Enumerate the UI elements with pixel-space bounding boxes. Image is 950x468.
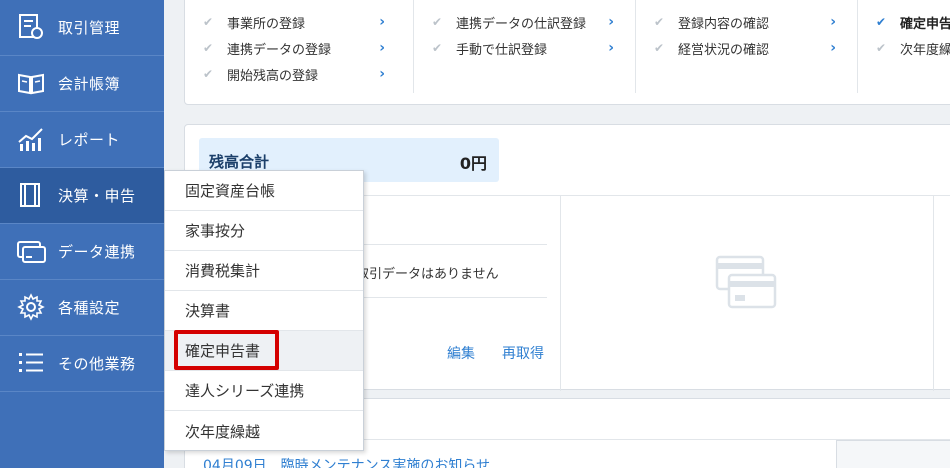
sidebar-item-label: 取引管理 [58, 19, 121, 37]
divider [345, 244, 547, 245]
transaction-icon [19, 14, 43, 39]
sidebar-item-settings[interactable]: 各種設定 [0, 280, 164, 336]
credit-card-icon [715, 255, 777, 309]
step-item[interactable]: ✔ 確定申告の [858, 9, 950, 35]
step-item[interactable]: ✔ 連携データの仕訳登録 › [414, 9, 624, 35]
step-item[interactable]: ✔ 手動で仕訳登録 › [414, 35, 624, 61]
settlement-icon [20, 183, 40, 207]
chevron-right-icon: › [379, 66, 385, 82]
check-icon: ✔ [654, 15, 665, 29]
divider [345, 297, 547, 298]
sidebar: 取引管理 会計帳簿 レポート 決算・申告 データ連携 各種設定 その他業務 [0, 0, 164, 468]
sidebar-item-label: その他業務 [58, 355, 136, 373]
chevron-right-icon: › [379, 14, 385, 30]
steps-column-3: ✔ 登録内容の確認 › ✔ 経営状況の確認 › [635, 0, 857, 93]
steps-column-2: ✔ 連携データの仕訳登録 › ✔ 手動で仕訳登録 › [413, 0, 635, 93]
divider [933, 196, 934, 391]
report-chart-icon [18, 128, 43, 151]
chevron-right-icon: › [830, 40, 836, 56]
submenu-item-carry-forward[interactable]: 次年度繰越 [165, 411, 363, 451]
step-item[interactable]: ✔ 次年度繰越 [858, 35, 950, 61]
sidebar-item-other[interactable]: その他業務 [0, 336, 164, 392]
step-item[interactable]: ✔ 登録内容の確認 › [636, 9, 846, 35]
submenu-item-fixed-assets[interactable]: 固定資産台帳 [165, 171, 363, 211]
sidebar-item-label: データ連携 [58, 243, 136, 261]
notice-link[interactable]: 04月09日 臨時メンテナンス実施のお知らせ [203, 455, 490, 468]
submenu-item-financial-statements[interactable]: 決算書 [165, 291, 363, 331]
settlement-submenu: 固定資産台帳 家事按分 消費税集計 決算書 確定申告書 達人シリーズ連携 次年度… [164, 170, 364, 451]
submenu-item-tatsujin-link[interactable]: 達人シリーズ連携 [165, 371, 363, 411]
sidebar-item-label: 各種設定 [58, 299, 121, 317]
submenu-item-household-allocation[interactable]: 家事按分 [165, 211, 363, 251]
chevron-right-icon: › [830, 14, 836, 30]
divider [560, 196, 561, 391]
step-item[interactable]: ✔ 事業所の登録 › [185, 9, 395, 35]
balance-total-label: 残高合計 [209, 153, 270, 171]
refetch-link[interactable]: 再取得 [502, 343, 544, 363]
check-icon: ✔ [432, 15, 443, 29]
sidebar-item-data-link[interactable]: データ連携 [0, 224, 164, 280]
steps-column-4: ✔ 確定申告の ✔ 次年度繰越 [857, 0, 950, 93]
sidebar-item-ledger[interactable]: 会計帳簿 [0, 56, 164, 112]
sidebar-item-label: 会計帳簿 [58, 75, 121, 93]
sidebar-item-settlement[interactable]: 決算・申告 [0, 168, 164, 224]
chevron-right-icon: › [379, 40, 385, 56]
sidebar-item-reports[interactable]: レポート [0, 112, 164, 168]
check-icon: ✔ [203, 41, 214, 55]
list-icon [19, 353, 43, 372]
chevron-right-icon: › [608, 40, 614, 56]
empty-transactions-message: る取引データはありません [343, 267, 499, 282]
data-link-icon [17, 241, 46, 263]
step-item[interactable]: ✔ 経営状況の確認 › [636, 35, 846, 61]
submenu-item-consumption-tax[interactable]: 消費税集計 [165, 251, 363, 291]
step-item[interactable]: ✔ 開始残高の登録 › [185, 61, 395, 87]
check-icon: ✔ [876, 15, 887, 29]
sidebar-item-label: レポート [58, 131, 121, 149]
balance-total-value: 0円 [459, 154, 487, 173]
sidebar-item-label: 決算・申告 [58, 187, 136, 205]
step-item[interactable]: ✔ 連携データの登録 › [185, 35, 395, 61]
chevron-right-icon: › [608, 14, 614, 30]
check-icon: ✔ [432, 41, 443, 55]
check-icon: ✔ [654, 41, 665, 55]
steps-column-1: ✔ 事業所の登録 › ✔ 連携データの登録 › ✔ 開始残高の登録 › [185, 0, 413, 93]
check-icon: ✔ [876, 41, 887, 55]
check-icon: ✔ [203, 15, 214, 29]
submenu-item-tax-return[interactable]: 確定申告書 [165, 331, 363, 371]
side-panel [836, 440, 950, 468]
edit-link[interactable]: 編集 [447, 343, 475, 363]
setup-steps-panel: ✔ 事業所の登録 › ✔ 連携データの登録 › ✔ 開始残高の登録 › ✔ 連携… [184, 0, 950, 105]
check-icon: ✔ [203, 67, 214, 81]
sidebar-item-transactions[interactable]: 取引管理 [0, 0, 164, 56]
gear-icon [17, 293, 45, 321]
ledger-book-icon [18, 73, 44, 95]
